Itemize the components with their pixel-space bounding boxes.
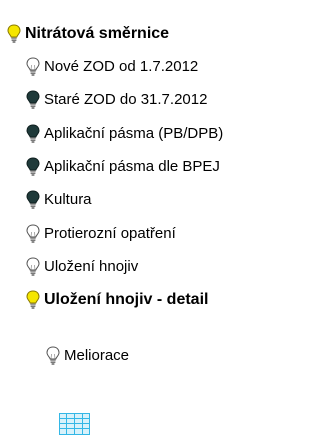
layer-tree: Nitrátová směrnice Nové ZOD od 1.7.2012 … xyxy=(0,0,331,439)
tree-node-label: Aplikační pásma (PB/DPB) xyxy=(44,125,224,142)
tree-node-label: Aplikační pásma dle BPEJ xyxy=(44,158,220,175)
tree-node-protierozni-opatreni[interactable]: Protierozní opatření xyxy=(26,224,176,244)
bulb-on-icon xyxy=(26,290,40,310)
bulb-off-icon xyxy=(26,57,40,77)
bulb-off-icon xyxy=(26,257,40,277)
tree-node-meliorace[interactable]: Meliorace xyxy=(46,346,129,366)
bulb-on-icon xyxy=(7,24,21,44)
bulb-dark-icon xyxy=(26,124,40,144)
tree-node-stare-zod[interactable]: Staré ZOD do 31.7.2012 xyxy=(26,90,207,110)
tree-node-label: Nové ZOD od 1.7.2012 xyxy=(44,58,199,75)
tree-node-label: Staré ZOD do 31.7.2012 xyxy=(44,91,208,108)
tree-node-label: Nitrátová směrnice xyxy=(25,25,170,42)
tree-node-aplikacni-pasma-pb[interactable]: Aplikační pásma (PB/DPB) xyxy=(26,124,223,144)
bulb-dark-icon xyxy=(26,190,40,210)
tree-node-aplikacni-pasma-bpej[interactable]: Aplikační pásma dle BPEJ xyxy=(26,157,220,177)
bulb-off-icon xyxy=(46,346,60,366)
tree-node-kultura[interactable]: Kultura xyxy=(26,190,92,210)
table-grid-icon xyxy=(59,413,90,435)
tree-node-nitratova-smernice[interactable]: Nitrátová směrnice xyxy=(7,24,169,44)
tree-node-label: Protierozní opatření xyxy=(44,225,176,242)
tree-node-label: Uložení hnojiv xyxy=(44,258,139,275)
tree-node-ulozeni-hnojiv-detail[interactable]: Uložení hnojiv - detail xyxy=(26,290,208,310)
bulb-dark-icon xyxy=(26,157,40,177)
tree-node-nove-zod[interactable]: Nové ZOD od 1.7.2012 xyxy=(26,57,198,77)
tree-node-label: Meliorace xyxy=(64,347,130,364)
tree-node-label: Kultura xyxy=(44,191,92,208)
tree-node-label: Uložení hnojiv - detail xyxy=(44,291,209,308)
bulb-dark-icon xyxy=(26,90,40,110)
bulb-off-icon xyxy=(26,224,40,244)
tree-node-ulozeni-hnojiv[interactable]: Uložení hnojiv xyxy=(26,257,138,277)
